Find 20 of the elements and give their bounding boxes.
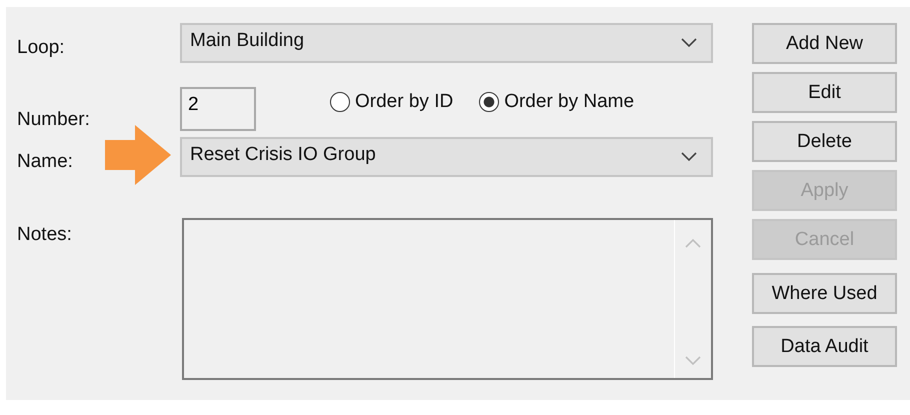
name-label: Name:	[17, 151, 73, 174]
chevron-down-icon	[681, 38, 697, 48]
loop-label: Loop:	[17, 37, 66, 60]
loop-dropdown[interactable]: Main Building	[180, 23, 713, 63]
scroll-up-icon[interactable]	[685, 238, 701, 248]
chevron-down-icon	[681, 152, 697, 162]
name-dropdown[interactable]: Reset Crisis IO Group	[180, 137, 713, 177]
notes-field[interactable]	[182, 218, 713, 380]
notes-label: Notes:	[17, 223, 73, 247]
scroll-down-icon[interactable]	[685, 356, 701, 366]
number-label: Number:	[17, 109, 91, 131]
action-button[interactable]: Add New	[752, 23, 897, 64]
number-field[interactable]: 2	[180, 87, 256, 131]
action-button[interactable]: Data Audit	[752, 326, 897, 367]
arrow-icon	[105, 125, 171, 185]
action-button[interactable]: Delete	[752, 121, 897, 162]
action-button[interactable]: Where Used	[752, 273, 897, 314]
radio-option[interactable]: Order by ID	[330, 91, 454, 113]
radio-option[interactable]: Order by Name	[479, 91, 634, 113]
action-button[interactable]: Edit	[752, 72, 897, 113]
